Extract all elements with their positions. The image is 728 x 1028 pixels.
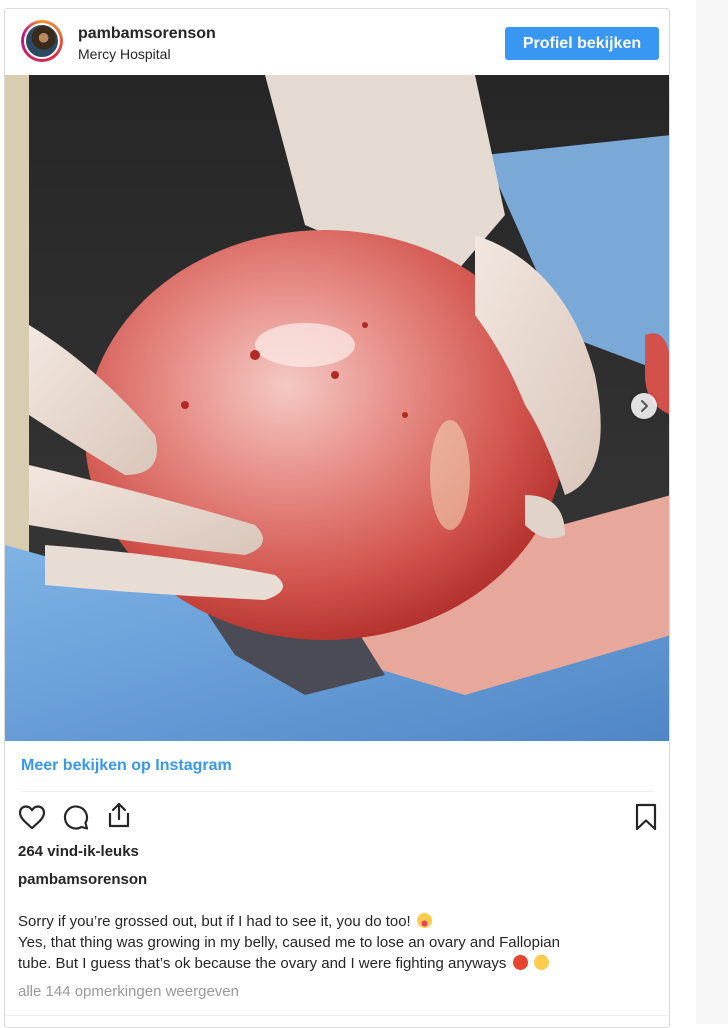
chevron-right-icon [641,400,648,412]
view-more-on-instagram-link[interactable]: Meer bekijken op Instagram [21,757,232,775]
divider [21,791,655,792]
steam-face-emoji-icon [533,955,549,970]
heart-icon[interactable] [17,802,47,832]
angry-face-emoji-icon [512,955,528,970]
bookmark-icon[interactable] [631,802,661,832]
instagram-embed-card: pambamsorenson Mercy Hospital Profiel be… [4,8,670,1028]
post-caption: Sorry if you’re grossed out, but if I ha… [18,911,658,974]
tongue-face-emoji-icon [416,913,432,928]
caption-line-3: tube. But I guess that’s ok because the … [18,955,507,972]
location[interactable]: Mercy Hospital [78,46,171,62]
divider [5,1015,669,1016]
view-profile-button[interactable]: Profiel bekijken [505,27,659,60]
next-image-button[interactable] [631,393,657,419]
caption-username[interactable]: pambamsorenson [18,871,147,888]
share-icon[interactable] [104,800,134,830]
post-header: pambamsorenson Mercy Hospital Profiel be… [5,9,669,75]
view-all-comments-link[interactable]: alle 144 opmerkingen weergeven [18,983,239,1000]
likes-count[interactable]: 264 vind-ik-leuks [18,843,139,860]
caption-line-2: Yes, that thing was growing in my belly,… [18,934,560,951]
username[interactable]: pambamsorenson [78,25,216,43]
post-photo-image [5,75,669,741]
caption-line: Sorry if you’re grossed out, but if I ha… [18,911,658,932]
caption-line-1: Sorry if you’re grossed out, but if I ha… [18,913,411,930]
post-photo[interactable] [5,75,669,741]
avatar[interactable] [21,20,63,62]
caption-line: tube. But I guess that’s ok because the … [18,953,658,974]
comment-icon[interactable] [61,802,91,832]
page-background-strip [696,0,728,1024]
avatar-image [24,23,60,59]
